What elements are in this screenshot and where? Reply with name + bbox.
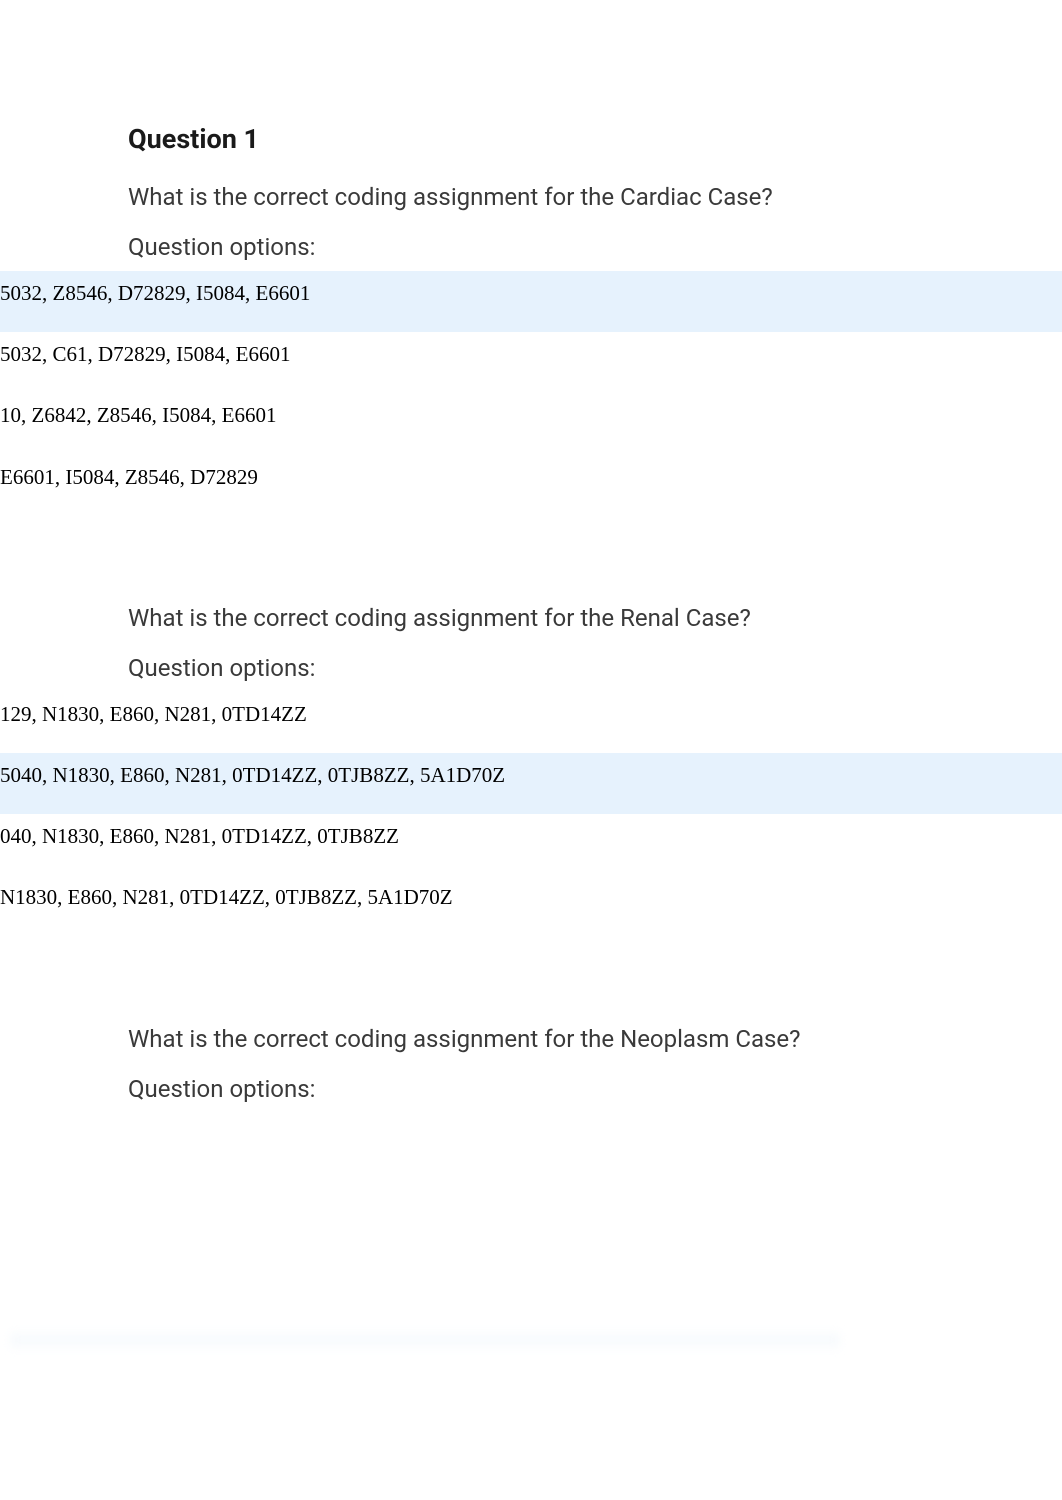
option-item[interactable]: 5040, N1830, E860, N281, 0TD14ZZ, 0TJB8Z… (0, 753, 1062, 814)
option-item[interactable]: 040, N1830, E860, N281, 0TD14ZZ, 0TJB8ZZ (0, 814, 1062, 875)
question-title: Question 1 (128, 123, 1062, 155)
option-item[interactable]: 5032, Z8546, D72829, I5084, E6601 (0, 271, 1062, 332)
options-label-renal: Question options: (128, 654, 1062, 682)
option-item[interactable]: 5032, C61, D72829, I5084, E6601 (0, 332, 1062, 393)
option-item[interactable]: 129, N1830, E860, N281, 0TD14ZZ (0, 692, 1062, 753)
question-prompt-cardiac: What is the correct coding assignment fo… (128, 183, 1062, 211)
question-prompt-renal: What is the correct coding assignment fo… (128, 604, 1062, 632)
option-item[interactable]: 10, Z6842, Z8546, I5084, E6601 (0, 393, 1062, 454)
option-item[interactable]: N1830, E860, N281, 0TD14ZZ, 0TJB8ZZ, 5A1… (0, 875, 1062, 936)
question-prompt-neoplasm: What is the correct coding assignment fo… (128, 1025, 1062, 1053)
options-label-cardiac: Question options: (128, 233, 1062, 261)
options-label-neoplasm: Question options: (128, 1075, 1062, 1103)
shadow-divider (10, 1328, 840, 1352)
option-item[interactable]: E6601, I5084, Z8546, D72829 (0, 455, 1062, 516)
